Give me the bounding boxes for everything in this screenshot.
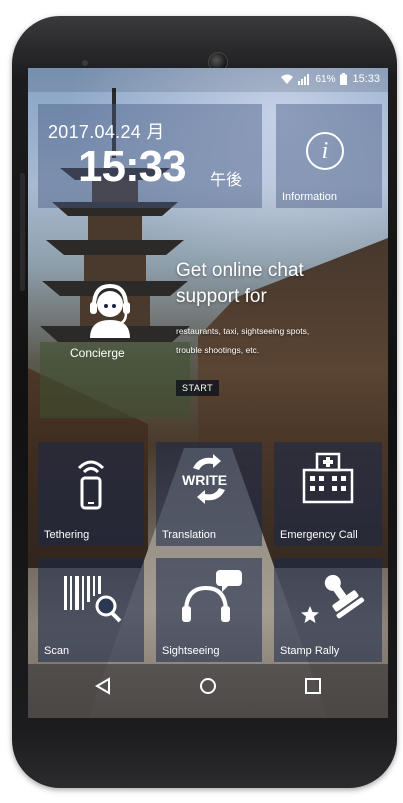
wifi-icon [281,74,294,84]
translation-label: Translation [162,529,217,541]
sightseeing-label: Sightseeing [162,645,220,657]
barcode-scan-icon [64,576,122,623]
status-bar: 61% 15:33 [28,68,388,92]
translation-icon-text: WRITE [182,472,228,488]
recents-icon[interactable] [304,677,322,695]
sightseeing-tile[interactable]: Sightseeing [156,558,262,662]
sensor-dot [82,60,88,66]
tethering-label: Tethering [44,529,90,541]
concierge-button[interactable]: Concierge [60,272,160,368]
information-tile[interactable]: i Information [276,104,382,208]
battery-icon [340,73,348,85]
info-icon: i [306,132,344,170]
headset-agent-icon [90,283,130,338]
hospital-icon [302,452,354,504]
stamp-icon [301,574,365,623]
information-label: Information [282,191,338,203]
tethering-tile[interactable]: Tethering [38,442,144,546]
translation-tile[interactable]: WRITE Translation [156,442,262,546]
concierge-headline: Get online chat support for [176,258,304,310]
clock-date: 2017.04.24 月 [48,122,165,142]
emergency-call-label: Emergency Call [280,529,358,541]
phone-wifi-icon [77,460,105,510]
concierge-subtext: restaurants, taxi, sightseeing spots, tr… [176,322,309,360]
concierge-subtext-line2: trouble shootings, etc. [176,345,260,355]
back-icon[interactable] [94,677,112,695]
concierge-label: Concierge [70,346,125,360]
concierge-headline-line1: Get online chat [176,260,304,281]
clock-time: 15:33 [78,142,187,191]
headphones-chat-icon [182,570,242,622]
signal-icon [298,73,310,85]
battery-percent: 61% [315,73,336,85]
stamp-rally-tile[interactable]: Stamp Rally [274,558,382,662]
scan-label: Scan [44,645,70,657]
scan-tile[interactable]: Scan [38,558,144,662]
clock-widget: 2017.04.24 月 15:33 午後 [38,104,262,208]
home-icon[interactable] [199,677,217,695]
emergency-call-tile[interactable]: Emergency Call [274,442,382,546]
status-time: 15:33 [352,73,380,85]
clock-ampm: 午後 [210,172,243,189]
concierge-subtext-line1: restaurants, taxi, sightseeing spots, [176,326,310,336]
start-button[interactable]: START [176,380,220,396]
concierge-headline-line2: support for [176,286,267,307]
side-button [20,173,25,291]
home-screen: 61% 15:33 2017.04.24 月 15:33 午後 i Inform… [28,68,388,718]
navigation-bar [28,664,388,718]
stamp-rally-label: Stamp Rally [280,645,340,657]
